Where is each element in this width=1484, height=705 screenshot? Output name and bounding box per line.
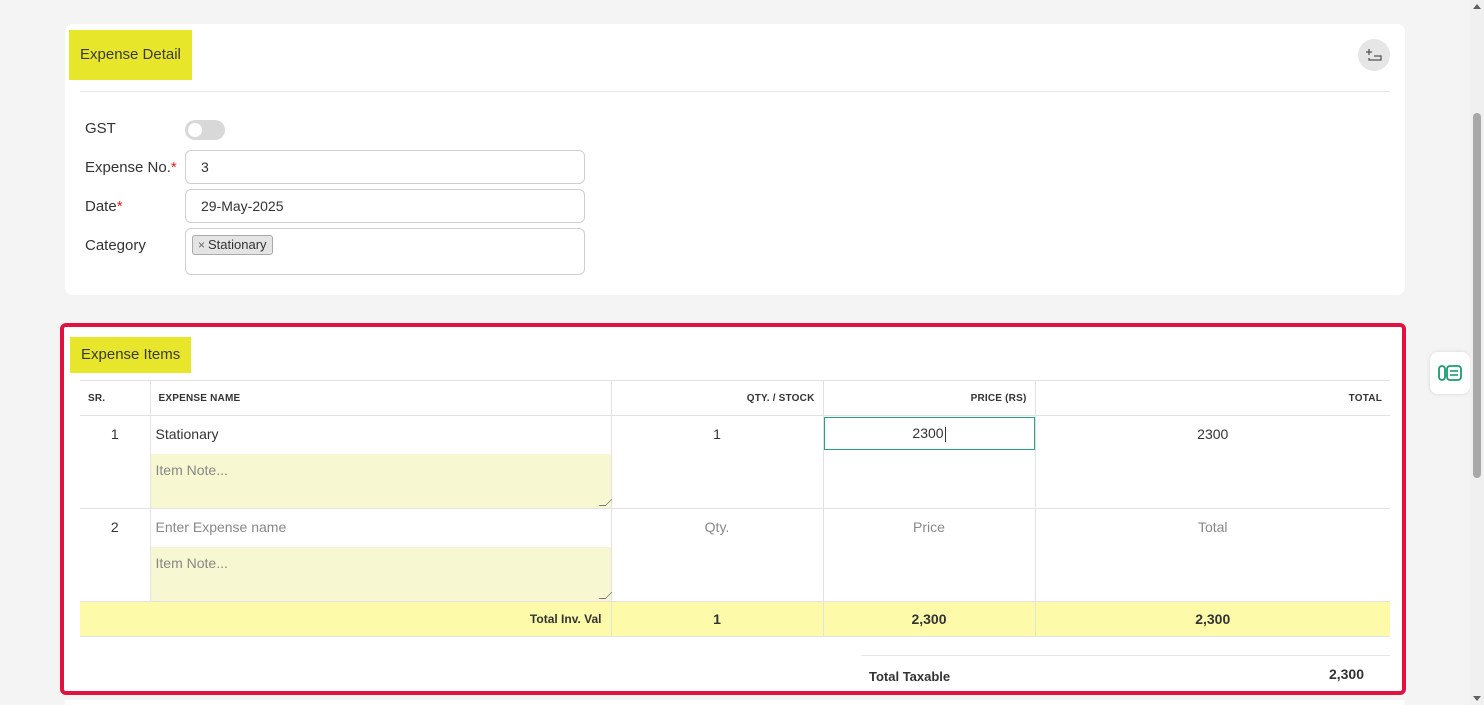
date-label: Date*	[85, 198, 123, 215]
totals-label: Total Inv. Val	[80, 601, 612, 637]
category-select[interactable]: × Stationary	[185, 228, 585, 275]
resize-handle-icon[interactable]	[598, 499, 612, 506]
row-sr: 2	[80, 508, 151, 602]
qty-input[interactable]: 1	[610, 415, 824, 509]
date-input[interactable]: 29-May-2025	[185, 189, 585, 223]
item-note-textarea[interactable]: Item Note...	[150, 454, 612, 508]
table-row: 1 Stationary Item Note... 1 2300 2300	[80, 415, 1390, 509]
gst-label: GST	[85, 120, 116, 137]
gst-toggle[interactable]	[185, 120, 225, 140]
totals-price: 2,300	[822, 601, 1036, 637]
divider	[861, 655, 1390, 656]
column-header-expense-name: EXPENSE NAME	[149, 380, 612, 416]
page-scrollbar[interactable]	[1470, 0, 1484, 705]
table-row: 2 Enter Expense name Item Note... Qty. P…	[80, 508, 1390, 602]
scroll-thumb[interactable]	[1473, 113, 1481, 478]
expense-items-card: Expense Items SR. EXPENSE NAME QTY. / ST…	[60, 323, 1406, 695]
total-taxable-label: Total Taxable	[869, 669, 951, 684]
column-header-qty: QTY. / STOCK	[610, 380, 824, 416]
bill-icon	[1438, 365, 1462, 381]
qty-input[interactable]: Qty.	[610, 508, 824, 602]
item-note-textarea[interactable]: Item Note...	[150, 547, 612, 601]
price-input[interactable]: 2300	[823, 417, 1035, 450]
expense-name-input[interactable]: Enter Expense name	[151, 509, 611, 547]
scroll-down-icon[interactable]	[1473, 696, 1481, 701]
text-caret	[944, 426, 946, 442]
floating-summary-button[interactable]	[1430, 352, 1470, 394]
expense-detail-card: Expense Detail GST Expense No.* 3 Date* …	[65, 24, 1405, 295]
total-taxable-value: 2,300	[1328, 666, 1364, 682]
scroll-up-icon[interactable]	[1473, 4, 1481, 9]
total-value: Total	[1034, 508, 1390, 602]
next-card-edge	[65, 700, 1405, 705]
category-tag: × Stationary	[192, 235, 273, 255]
add-row-icon	[1366, 49, 1382, 61]
resize-handle-icon[interactable]	[598, 592, 612, 599]
price-cell: 2300	[822, 415, 1036, 509]
totals-row: Total Inv. Val 1 2,300 2,300	[80, 601, 1390, 637]
remove-tag-icon[interactable]: ×	[198, 238, 205, 252]
expense-no-input[interactable]: 3	[185, 150, 585, 184]
expense-detail-title: Expense Detail	[69, 30, 192, 80]
expense-items-title: Expense Items	[70, 337, 192, 373]
column-header-price: PRICE (RS)	[822, 380, 1036, 416]
category-label: Category	[85, 237, 146, 254]
totals-qty: 1	[610, 601, 824, 637]
expense-name-cell: Enter Expense name Item Note...	[149, 508, 612, 602]
table-header-row: SR. EXPENSE NAME QTY. / STOCK PRICE (RS)…	[80, 380, 1390, 416]
expense-items-table: SR. EXPENSE NAME QTY. / STOCK PRICE (RS)…	[80, 380, 1390, 637]
totals-total: 2,300	[1034, 601, 1390, 637]
column-header-total: TOTAL	[1034, 380, 1390, 416]
expense-name-cell: Stationary Item Note...	[149, 415, 612, 509]
row-sr: 1	[80, 415, 151, 509]
expense-no-label: Expense No.*	[85, 159, 177, 176]
price-input[interactable]: Price	[822, 508, 1036, 602]
expense-name-input[interactable]: Stationary	[151, 416, 611, 454]
total-value: 2300	[1034, 415, 1390, 509]
column-header-sr: SR.	[80, 380, 151, 416]
add-section-button[interactable]	[1358, 39, 1390, 71]
divider	[80, 91, 1390, 92]
